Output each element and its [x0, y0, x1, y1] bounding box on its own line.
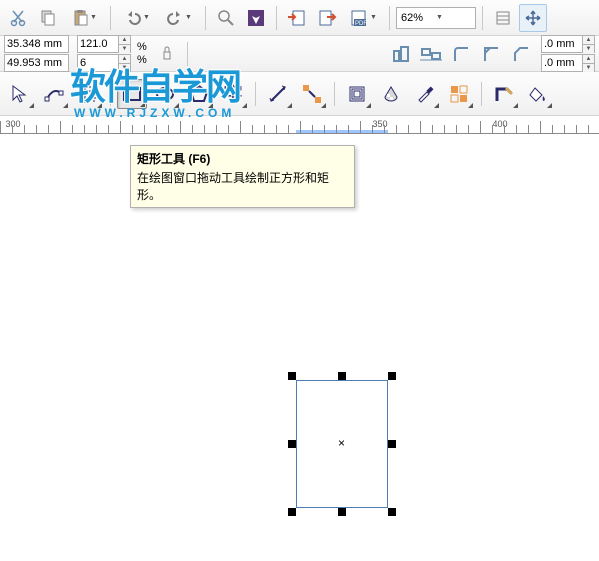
percent-label: % [137, 54, 147, 66]
y-field[interactable] [4, 54, 69, 72]
radius-field[interactable] [541, 54, 583, 72]
toolbar-standard: ▼ ▼ ▼ PDF ▼ 62% ▼ [0, 0, 599, 36]
corner-button-1[interactable] [447, 40, 475, 68]
launch-button[interactable] [242, 4, 270, 32]
svg-text:字: 字 [223, 83, 243, 106]
paste-button[interactable]: ▼ [64, 4, 104, 32]
x-field[interactable] [4, 35, 69, 53]
crop-tool[interactable] [72, 78, 104, 110]
radius-field[interactable] [541, 35, 583, 53]
shape-tool[interactable] [38, 78, 70, 110]
dimension-tool[interactable] [262, 78, 294, 110]
connector-tool[interactable] [296, 78, 328, 110]
spinner[interactable]: ▲▼ [583, 54, 595, 72]
polygon-tool[interactable] [183, 78, 215, 110]
text-tool[interactable]: 字 [217, 78, 249, 110]
search-button[interactable] [212, 4, 240, 32]
undo-button[interactable]: ▼ [117, 4, 157, 32]
ruler-selection-marker [296, 130, 388, 133]
handle-s[interactable] [338, 508, 346, 516]
pan-button[interactable] [519, 4, 547, 32]
y-position-input[interactable] [4, 54, 69, 72]
handle-nw[interactable] [288, 372, 296, 380]
zoom-value: 62% [401, 12, 436, 24]
align-button-2[interactable] [417, 40, 445, 68]
handle-se[interactable] [388, 508, 396, 516]
import-button[interactable] [283, 4, 311, 32]
corner-button-3[interactable] [507, 40, 535, 68]
handle-sw[interactable] [288, 508, 296, 516]
copy-button[interactable] [34, 4, 62, 32]
spinner[interactable]: ▲▼ [119, 54, 131, 72]
eyedropper-tool[interactable] [409, 78, 441, 110]
width-input[interactable]: ▲▼ [77, 35, 131, 53]
divider [482, 6, 483, 30]
export-button[interactable] [313, 4, 341, 32]
handle-n[interactable] [338, 372, 346, 380]
divider [255, 82, 256, 106]
height-input[interactable]: ▲▼ [77, 54, 131, 72]
divider [481, 82, 482, 106]
center-marker: × [338, 436, 345, 450]
spinner[interactable]: ▲▼ [583, 35, 595, 53]
h-field[interactable] [77, 54, 119, 72]
horizontal-ruler: 300 350 400 // ticks generated below [0, 116, 599, 134]
handle-e[interactable] [388, 440, 396, 448]
divider [110, 6, 111, 30]
rectangle-tool[interactable] [117, 79, 147, 109]
corner-radius-1[interactable]: ▲▼ [541, 35, 595, 53]
corner-button-2[interactable] [477, 40, 505, 68]
handle-w[interactable] [288, 440, 296, 448]
x-position-input[interactable] [4, 35, 69, 53]
w-field[interactable] [77, 35, 119, 53]
toolbar-property: ▲▼ ▲▼ % % ▲▼ ▲▼ [0, 36, 599, 72]
corner-radius-2[interactable]: ▲▼ [541, 54, 595, 72]
svg-text:PDF: PDF [355, 21, 367, 27]
options-button[interactable] [489, 4, 517, 32]
tooltip-desc: 在绘图窗口拖动工具绘制正方形和矩形。 [137, 169, 348, 203]
effects-tool[interactable] [341, 78, 373, 110]
divider [187, 42, 188, 66]
divider [205, 6, 206, 30]
lock-ratio-button[interactable] [153, 40, 181, 68]
fill-tool[interactable] [443, 78, 475, 110]
cut-button[interactable] [4, 4, 32, 32]
tooltip-title: 矩形工具 (F6) [137, 150, 348, 167]
divider [389, 6, 390, 30]
divider [110, 82, 111, 106]
spinner[interactable]: ▲▼ [119, 35, 131, 53]
divider [276, 6, 277, 30]
zoom-combo[interactable]: 62% ▼ [396, 7, 476, 29]
bucket-tool[interactable] [522, 78, 554, 110]
ellipse-tool[interactable] [149, 78, 181, 110]
align-button-1[interactable] [387, 40, 415, 68]
pdf-button[interactable]: PDF ▼ [343, 4, 383, 32]
pick-tool[interactable] [4, 78, 36, 110]
toolbar-tools: 字 [0, 72, 599, 116]
redo-button[interactable]: ▼ [159, 4, 199, 32]
transparency-tool[interactable] [375, 78, 407, 110]
divider [334, 82, 335, 106]
outline-tool[interactable] [488, 78, 520, 110]
percent-label: % [137, 41, 147, 53]
tool-tooltip: 矩形工具 (F6) 在绘图窗口拖动工具绘制正方形和矩形。 [130, 145, 355, 208]
handle-ne[interactable] [388, 372, 396, 380]
